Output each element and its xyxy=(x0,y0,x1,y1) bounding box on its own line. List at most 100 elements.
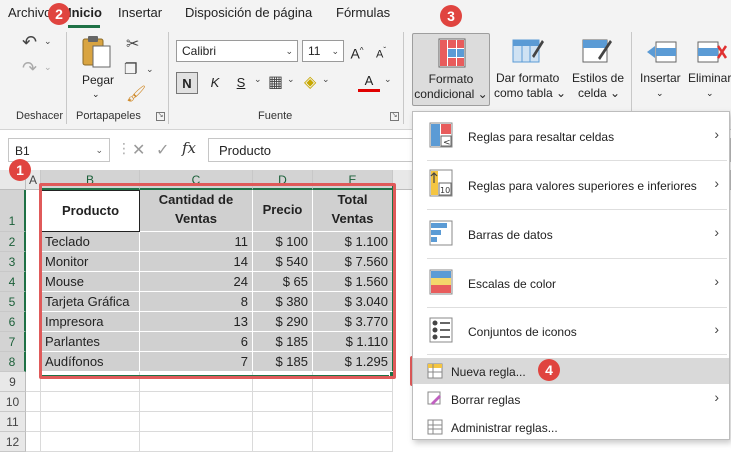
column-header-b[interactable]: B xyxy=(41,170,140,190)
cell-quantity[interactable]: 13 xyxy=(140,312,253,332)
row-header-1[interactable]: 1 xyxy=(0,190,26,232)
empty-cell[interactable] xyxy=(26,392,41,412)
underline-button[interactable]: S xyxy=(230,72,252,94)
tab-archivo[interactable]: Archivo xyxy=(8,5,51,20)
empty-cell[interactable] xyxy=(26,372,41,392)
menu-item-color-scales[interactable]: Escalas de color › xyxy=(413,259,729,307)
cell-total[interactable]: $ 1.110 xyxy=(313,332,393,352)
tab-insertar[interactable]: Insertar xyxy=(118,5,162,20)
empty-cell[interactable] xyxy=(41,412,140,432)
cell-d1[interactable]: Precio xyxy=(253,190,313,232)
menu-item-new-rule[interactable]: Nueva regla... xyxy=(413,358,729,384)
font-name-select[interactable]: Calibri ⌄ xyxy=(176,40,298,62)
row-header-7[interactable]: 7 xyxy=(0,332,26,352)
bold-button[interactable]: N xyxy=(176,72,198,94)
cell-product[interactable]: Impresora xyxy=(41,312,140,332)
borders-dropdown-icon[interactable]: ⌄ xyxy=(287,74,295,85)
font-size-select[interactable]: 11 ⌄ xyxy=(302,40,344,62)
row-header-10[interactable]: 10 xyxy=(0,392,26,412)
empty-cell[interactable] xyxy=(313,412,393,432)
empty-cell[interactable] xyxy=(41,372,140,392)
cell-b1[interactable]: Producto xyxy=(41,190,140,232)
cell-price[interactable]: $ 540 xyxy=(253,252,313,272)
column-header-e[interactable]: E xyxy=(313,170,393,190)
cell-price[interactable]: $ 185 xyxy=(253,332,313,352)
column-header-c[interactable]: C xyxy=(140,170,253,190)
row-header-4[interactable]: 4 xyxy=(0,272,26,292)
empty-cell[interactable] xyxy=(41,392,140,412)
format-as-table-button[interactable]: Dar formato como tabla ⌄ xyxy=(492,34,566,104)
menu-item-clear-rules[interactable]: Borrar reglas › xyxy=(413,386,729,412)
cell-total[interactable]: $ 1.100 xyxy=(313,232,393,252)
row-header-11[interactable]: 11 xyxy=(0,412,26,432)
cell-product[interactable]: Mouse xyxy=(41,272,140,292)
copy-dropdown-icon[interactable]: ⌄ xyxy=(146,64,154,75)
font-color-dropdown-icon[interactable]: ⌄ xyxy=(384,74,392,85)
empty-cell[interactable] xyxy=(26,412,41,432)
empty-cell[interactable] xyxy=(253,432,313,452)
row-header-3[interactable]: 3 xyxy=(0,252,26,272)
shrink-font-button[interactable]: Aˇ xyxy=(370,40,392,62)
fill-color-icon[interactable]: ◈ xyxy=(304,72,316,92)
cell-quantity[interactable]: 24 xyxy=(140,272,253,292)
row-header-8[interactable]: 8 xyxy=(0,352,26,372)
undo-icon[interactable]: ↶ xyxy=(22,32,37,53)
copy-icon[interactable]: ❐ xyxy=(124,60,137,78)
cell-e1[interactable]: Total Ventas xyxy=(313,190,393,232)
tab-inicio[interactable]: Inicio xyxy=(68,5,102,20)
row-header-12[interactable]: 12 xyxy=(0,432,26,452)
menu-item-icon-sets[interactable]: Conjuntos de iconos › xyxy=(413,308,729,354)
cell-price[interactable]: $ 100 xyxy=(253,232,313,252)
empty-cell[interactable] xyxy=(313,392,393,412)
undo-dropdown-icon[interactable]: ⌄ xyxy=(44,36,52,47)
redo-icon[interactable]: ↷ xyxy=(22,58,37,79)
cell-styles-button[interactable]: Estilos de celda ⌄ xyxy=(568,34,628,104)
row-header-5[interactable]: 5 xyxy=(0,292,26,312)
empty-cell[interactable] xyxy=(253,392,313,412)
cell-product[interactable]: Tarjeta Gráfica xyxy=(41,292,140,312)
menu-item-manage-rules[interactable]: Administrar reglas... xyxy=(413,414,729,440)
cell-price[interactable]: $ 380 xyxy=(253,292,313,312)
empty-cell[interactable] xyxy=(313,432,393,452)
cell-quantity[interactable]: 8 xyxy=(140,292,253,312)
menu-item-top-bottom-rules[interactable]: 10 Reglas para valores superiores e infe… xyxy=(413,161,729,209)
empty-cell[interactable] xyxy=(313,372,393,392)
cell-product[interactable]: Teclado xyxy=(41,232,140,252)
empty-cell[interactable] xyxy=(140,432,253,452)
empty-cell[interactable] xyxy=(140,412,253,432)
cell-price[interactable]: $ 65 xyxy=(253,272,313,292)
row-header-9[interactable]: 9 xyxy=(0,372,26,392)
cell-price[interactable]: $ 290 xyxy=(253,312,313,332)
fill-handle[interactable] xyxy=(389,371,395,377)
cell-product[interactable]: Audífonos xyxy=(41,352,140,372)
cell-product[interactable]: Parlantes xyxy=(41,332,140,352)
font-color-button[interactable]: A xyxy=(358,72,380,92)
redo-dropdown-icon[interactable]: ⌄ xyxy=(44,62,52,73)
tab-formulas[interactable]: Fórmulas xyxy=(336,5,390,20)
cell-quantity[interactable]: 6 xyxy=(140,332,253,352)
cell-total[interactable]: $ 1.560 xyxy=(313,272,393,292)
underline-dropdown-icon[interactable]: ⌄ xyxy=(254,74,262,85)
cell-total[interactable]: $ 3.770 xyxy=(313,312,393,332)
row-header-6[interactable]: 6 xyxy=(0,312,26,332)
menu-item-data-bars[interactable]: Barras de datos › xyxy=(413,210,729,258)
fill-color-dropdown-icon[interactable]: ⌄ xyxy=(322,74,330,85)
borders-icon[interactable]: ▦ xyxy=(268,72,283,92)
cell-quantity[interactable]: 7 xyxy=(140,352,253,372)
empty-cell[interactable] xyxy=(140,392,253,412)
empty-cell[interactable] xyxy=(253,372,313,392)
confirm-entry-icon[interactable]: ✓ xyxy=(156,140,169,160)
cell-total[interactable]: $ 3.040 xyxy=(313,292,393,312)
cell-c1[interactable]: Cantidad de Ventas xyxy=(140,190,253,232)
insert-function-button[interactable]: fx xyxy=(182,139,196,157)
tab-disposicion[interactable]: Disposición de página xyxy=(185,5,312,20)
italic-button[interactable]: K xyxy=(204,72,226,94)
cell-product[interactable]: Monitor xyxy=(41,252,140,272)
row-header-2[interactable]: 2 xyxy=(0,232,26,252)
insert-button[interactable]: Insertar ⌄ xyxy=(638,34,686,104)
cancel-entry-icon[interactable]: ✕ xyxy=(132,140,145,160)
font-launcher-icon[interactable]: ↘ xyxy=(390,112,399,121)
conditional-format-button[interactable]: Formato condicional ⌄ xyxy=(412,33,490,106)
grow-font-button[interactable]: A^ xyxy=(346,40,368,62)
empty-cell[interactable] xyxy=(41,432,140,452)
